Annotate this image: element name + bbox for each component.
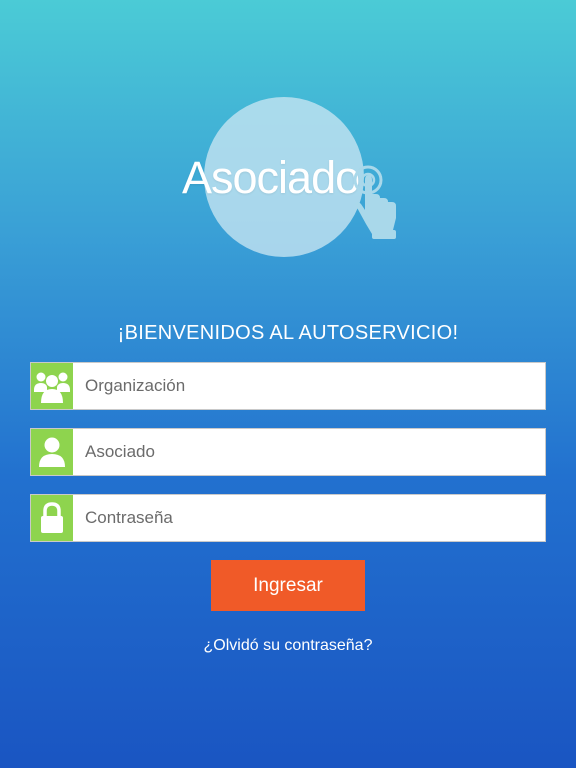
lock-icon — [31, 495, 73, 541]
organization-input[interactable] — [73, 363, 545, 409]
users-group-icon — [31, 363, 73, 409]
password-input[interactable] — [73, 495, 545, 541]
associate-field — [30, 428, 546, 476]
organization-field — [30, 362, 546, 410]
welcome-heading: ¡BIENVENIDOS AL AUTOSERVICIO! — [117, 322, 459, 344]
associate-input[interactable] — [73, 429, 545, 475]
login-button[interactable]: Ingresar — [211, 560, 365, 611]
pointing-hand-icon — [353, 165, 396, 239]
forgot-password-link[interactable]: ¿Olvidó su contraseña? — [0, 637, 576, 655]
user-icon — [31, 429, 73, 475]
logo-text: Asociado — [182, 152, 360, 203]
password-field — [30, 494, 546, 542]
